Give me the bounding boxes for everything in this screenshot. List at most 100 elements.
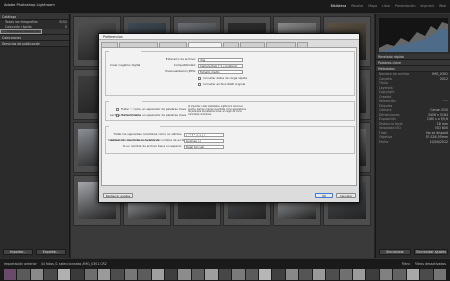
restore-settings-label: Restaurar ajustes xyxy=(105,194,131,198)
filmstrip-thumbnail[interactable] xyxy=(84,269,97,280)
dng-preview-select[interactable]: Tamaño medio xyxy=(198,70,243,74)
dialog-titlebar: Preferencias xyxy=(99,34,359,40)
dot-separator-checkbox[interactable] xyxy=(116,108,119,111)
preferences-dialog: Preferencias GeneralAjustes preestableci… xyxy=(98,33,360,203)
dng-preview-label: Previsualización JPEG: xyxy=(165,69,196,73)
filmstrip-thumbnail[interactable] xyxy=(4,269,17,280)
invalid-chars-select[interactable]: / : * ? " < > | \ xyxy=(184,133,224,137)
filmstrip-thumbnail[interactable] xyxy=(393,269,406,280)
filmstrip-thumbnail[interactable] xyxy=(352,269,366,280)
filmstrip-thumbnail[interactable] xyxy=(178,269,191,280)
filter-label: Filtro: xyxy=(401,262,411,266)
cancel-button[interactable]: Cancelar xyxy=(336,193,356,198)
sync-settings-button[interactable]: Sincronizar ajustes xyxy=(414,249,448,255)
sync-button[interactable]: Sincronizar xyxy=(379,249,411,255)
filename-group: Generación de nombres de archivo Tratar … xyxy=(105,126,355,154)
metadata-value[interactable]: 10/04/2012 xyxy=(430,140,448,145)
invalid-chars-value: / : * ? " < > | \ xyxy=(186,134,205,137)
slash-separator-checkbox[interactable] xyxy=(116,114,119,117)
metadata-key: Fecha xyxy=(379,139,389,144)
metadata-note: Al importar o leer metadatos, Lightroom … xyxy=(188,105,246,116)
fast-load-checkbox[interactable] xyxy=(198,77,201,80)
dot-separator-label: Tratar '.' como un separador de palabras… xyxy=(121,106,187,111)
replace-chars-select[interactable]: Guiones (-) xyxy=(184,139,224,143)
catalog-item-count: 0 xyxy=(64,24,67,29)
module-tab[interactable]: Biblioteca xyxy=(331,4,347,8)
filmstrip-thumbnail[interactable] xyxy=(124,269,138,280)
space-value: Dejar tal cual xyxy=(186,146,204,149)
module-tab[interactable]: Imprimir xyxy=(420,4,434,8)
filmstrip-thumbnail[interactable] xyxy=(326,269,339,280)
collections-header-label: Colecciones xyxy=(2,35,22,40)
filmstrip-thumbnail[interactable] xyxy=(111,269,124,280)
publish-panel-header[interactable]: Servicios de publicación xyxy=(0,41,69,47)
filmstrip-thumbnail[interactable] xyxy=(420,269,433,280)
module-tab[interactable]: Revelar xyxy=(351,4,363,8)
metadata-value[interactable]: ····· xyxy=(443,99,448,104)
filmstrip-thumbnail[interactable] xyxy=(259,269,272,280)
restore-settings-button[interactable]: Restaurar ajustes xyxy=(103,193,133,198)
filmstrip-thumbnail[interactable] xyxy=(165,269,178,280)
filmstrip-thumbnail[interactable] xyxy=(433,269,446,280)
filmstrip-thumbnail[interactable] xyxy=(339,269,352,280)
filmstrip-thumbnail[interactable] xyxy=(191,269,205,280)
import-button[interactable]: Importar... xyxy=(3,249,33,255)
dialog-title: Preferencias xyxy=(103,34,123,39)
module-tab[interactable]: Presentación xyxy=(395,4,416,8)
space-label: Si un nombre de archivo tiene un espacio… xyxy=(122,144,182,148)
source-label[interactable]: Importación anterior xyxy=(4,262,37,266)
dng-compat-select[interactable]: Camera Raw 7.1 y posterior xyxy=(198,64,243,68)
filmstrip-thumbnail[interactable] xyxy=(205,269,218,280)
module-tab[interactable]: Mapa xyxy=(368,4,377,8)
metadata-list: Nombre de archivo IMG_0301 Carpeta 2012 Títu… xyxy=(376,72,450,144)
module-tab[interactable]: Web xyxy=(439,4,446,8)
metadata-label: Metadatos xyxy=(378,66,395,71)
filmstrip-thumbnail[interactable] xyxy=(97,269,111,280)
export-button-label: Exportar... xyxy=(42,250,60,254)
filmstrip-thumbnail[interactable] xyxy=(71,269,84,280)
import-button-label: Importar... xyxy=(9,250,27,254)
catalog-item-count: 44 xyxy=(35,30,40,33)
filmstrip-thumbnail[interactable] xyxy=(245,269,259,280)
filmstrip-thumbnail[interactable] xyxy=(57,269,71,280)
dng-preview-value: Tamaño medio xyxy=(200,71,220,74)
filmstrip-thumbnail[interactable] xyxy=(272,269,285,280)
filmstrip-thumbnail[interactable] xyxy=(138,269,151,280)
filter-select[interactable]: Filtros desactivados xyxy=(415,262,446,266)
invalid-chars-label: Tratar los siguientes caracteres como no… xyxy=(113,132,182,136)
fast-load-label: Incrustar datos de carga rápida xyxy=(203,75,248,80)
embed-raw-label: Incrustar archivo RAW original xyxy=(203,81,246,86)
space-select[interactable]: Dejar tal cual xyxy=(184,145,224,149)
filmstrip-bar: Importación anterior 44 fotos /1 selecci… xyxy=(0,258,450,281)
publish-header-label: Servicios de publicación xyxy=(2,41,41,46)
catalog-item[interactable]: Importación anterior 44 xyxy=(0,29,43,34)
dng-group-title-wrap: Crear negativo digital xyxy=(109,51,142,70)
filmstrip-thumbnail[interactable] xyxy=(232,269,245,280)
filmstrip-thumbnail[interactable] xyxy=(379,269,393,280)
app-brand: Adobe Photoshop Lightroom xyxy=(4,3,55,7)
filmstrip-thumbnail[interactable] xyxy=(30,269,44,280)
dialog-body: Crear negativo digital Extensión de arch… xyxy=(101,47,357,186)
replace-chars-label: Sustituir los caracteres no válidos del … xyxy=(108,138,195,142)
metadata-value[interactable]: 2012 xyxy=(440,77,448,82)
filmstrip-thumbnail[interactable] xyxy=(312,269,326,280)
module-tab[interactable]: Libro xyxy=(382,4,390,8)
sync-button-label: Sincronizar xyxy=(386,250,404,254)
filmstrip-thumbnail[interactable] xyxy=(151,269,165,280)
embed-raw-checkbox[interactable] xyxy=(198,83,201,86)
filmstrip-thumbnail[interactable] xyxy=(366,269,379,280)
filmstrip-thumbnail[interactable] xyxy=(299,269,312,280)
export-button[interactable]: Exportar... xyxy=(36,249,66,255)
filmstrip-thumbnail[interactable] xyxy=(285,269,299,280)
dng-extension-select[interactable]: dng xyxy=(198,58,243,62)
filmstrip-thumbnail[interactable] xyxy=(44,269,57,280)
filmstrip-thumbnail[interactable] xyxy=(17,269,30,280)
module-bar: Adobe Photoshop Lightroom Biblioteca Reve… xyxy=(0,0,450,14)
dng-compat-value: Camera Raw 7.1 y posterior xyxy=(200,65,238,68)
filmstrip-thumbnail[interactable] xyxy=(218,269,232,280)
dng-group-title: Crear negativo digital xyxy=(110,63,141,67)
sync-settings-button-label: Sincronizar ajustes xyxy=(415,250,447,254)
filmstrip-thumbnail[interactable] xyxy=(406,269,420,280)
dng-extension-value: dng xyxy=(200,59,206,62)
ok-button[interactable]: OK xyxy=(315,193,333,198)
